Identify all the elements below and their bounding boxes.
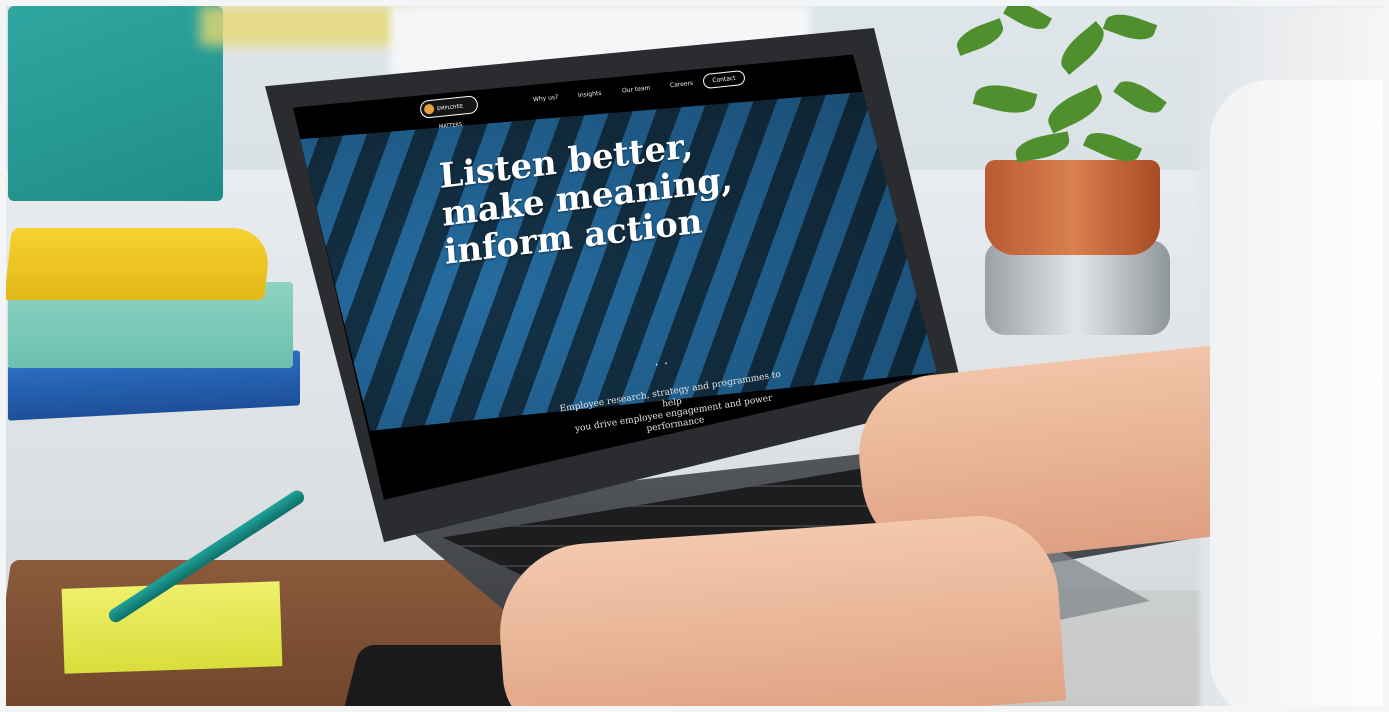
laptop-lid bbox=[265, 28, 965, 558]
logo-icon bbox=[423, 103, 435, 115]
yellow-folder bbox=[4, 228, 272, 300]
sticky-notes bbox=[61, 581, 283, 674]
photo-scene: EMPLOYEE MATTERS Why us? Insights Our te… bbox=[0, 0, 1389, 712]
white-sleeve bbox=[1210, 80, 1389, 712]
teal-chair bbox=[8, 6, 223, 201]
plant-leaves bbox=[945, 0, 1185, 186]
